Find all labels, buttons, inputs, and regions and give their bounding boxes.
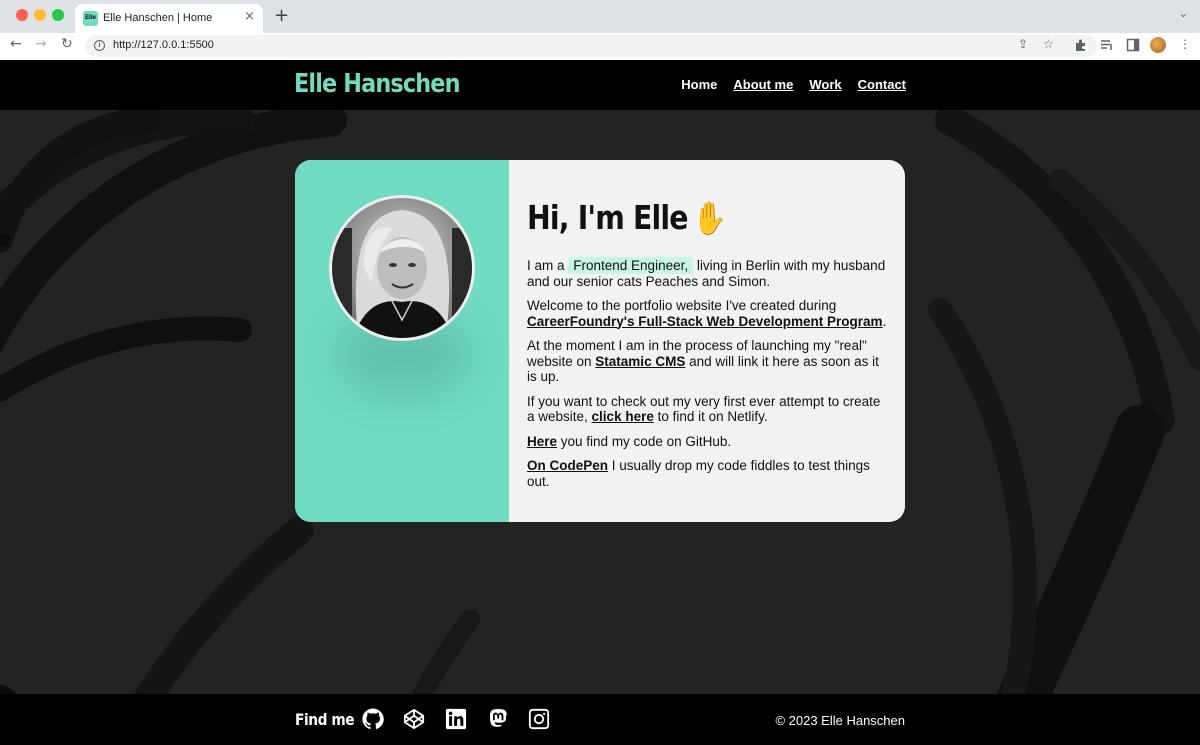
nav-work-link[interactable]: Work [809,77,841,92]
codepen-icon[interactable] [403,708,425,730]
tab-bar: Elle Elle Hanschen | Home × + ⌄ [0,0,1200,33]
reload-icon[interactable]: ↻ [61,36,73,52]
tab-search-icon[interactable]: ⌄ [1179,7,1188,20]
welcome-period: . [882,313,887,329]
browser-tab[interactable]: Elle Elle Hanschen | Home × [75,4,263,33]
address-bar[interactable]: i http://127.0.0.1:5500 [85,35,1097,57]
side-panel-icon[interactable] [1126,38,1140,52]
bookmark-star-icon[interactable]: ☆ [1043,37,1054,51]
statamic-paragraph: At the moment I am in the process of lau… [527,338,887,385]
greeting-text: Hi, I'm Elle [527,198,688,237]
minimize-window-button[interactable] [34,9,46,21]
instagram-icon[interactable] [528,708,550,730]
browser-window: Elle Elle Hanschen | Home × + ⌄ ← → ↻ i … [0,0,1200,745]
role-highlight: Frontend Engineer, [568,257,694,274]
portrait-photo [332,198,472,338]
github-link[interactable]: Here [527,434,557,449]
welcome-paragraph: Welcome to the portfolio website I've cr… [527,298,887,329]
share-icon[interactable]: ⇪ [1018,37,1028,51]
mastodon-icon[interactable] [487,708,509,730]
browser-toolbar: ← → ↻ i http://127.0.0.1:5500 ⇪ ☆ ⋮ [0,33,1200,61]
new-tab-icon[interactable]: + [274,5,289,26]
reading-list-icon[interactable] [1100,38,1114,52]
favicon-icon: Elle [83,11,98,26]
profile-avatar[interactable] [1150,37,1166,53]
close-tab-icon[interactable]: × [244,9,255,24]
tab-title: Elle Hanschen | Home [103,12,213,24]
more-menu-icon[interactable]: ⋮ [1179,37,1191,51]
linkedin-icon[interactable] [445,708,467,730]
statamic-link[interactable]: Statamic CMS [595,354,685,369]
welcome-text: Welcome to the portfolio website I've cr… [527,298,837,313]
site-logo[interactable]: Elle Hanschen [294,69,461,99]
find-me-label: Find me [295,710,355,729]
close-window-button[interactable] [16,9,28,21]
nav-about-link[interactable]: About me [733,77,793,92]
github-icon[interactable] [362,708,384,730]
nav-contact-link[interactable]: Contact [858,77,906,92]
github-paragraph: Here you find my code on GitHub. [527,434,887,450]
codepen-link[interactable]: On CodePen [527,458,608,473]
intro-paragraph: I am a Frontend Engineer, living in Berl… [527,257,887,289]
url-text[interactable]: http://127.0.0.1:5500 [113,39,214,51]
intro-text-start: I am a [527,258,569,273]
codepen-paragraph: On CodePen I usually drop my code fiddle… [527,458,887,489]
card-accent-panel [295,160,509,522]
first-website-paragraph: If you want to check out my very first e… [527,394,887,425]
site-info-icon[interactable]: i [94,40,105,51]
page-title: Hi, I'm Elle ✋ [527,198,837,237]
careerfoundry-link[interactable]: CareerFoundry's Full-Stack Web Developme… [527,314,883,329]
intro-card: Hi, I'm Elle ✋ I am a Frontend Engineer, … [295,160,905,522]
site-footer: Find me © 2023 Elle Hanschen [0,694,1200,745]
first-website-text-end: to find it on Netlify. [653,409,768,424]
waving-hand-icon: ✋ [692,199,727,237]
github-text: you find my code on GitHub. [557,433,732,449]
forward-icon[interactable]: → [35,36,47,52]
main-nav: Home About me Work Contact [681,77,906,92]
copyright-text: © 2023 Elle Hanschen [775,713,905,728]
website: Elle Hanschen Home About me Work Contact [0,60,1200,745]
card-content: Hi, I'm Elle ✋ I am a Frontend Engineer, … [527,198,887,498]
site-header: Elle Hanschen Home About me Work Contact [0,60,1200,110]
click-here-link[interactable]: click here [592,409,654,424]
nav-home-link[interactable]: Home [681,77,717,92]
back-icon[interactable]: ← [10,36,22,52]
maximize-window-button[interactable] [52,9,64,21]
extensions-icon[interactable] [1074,38,1088,52]
